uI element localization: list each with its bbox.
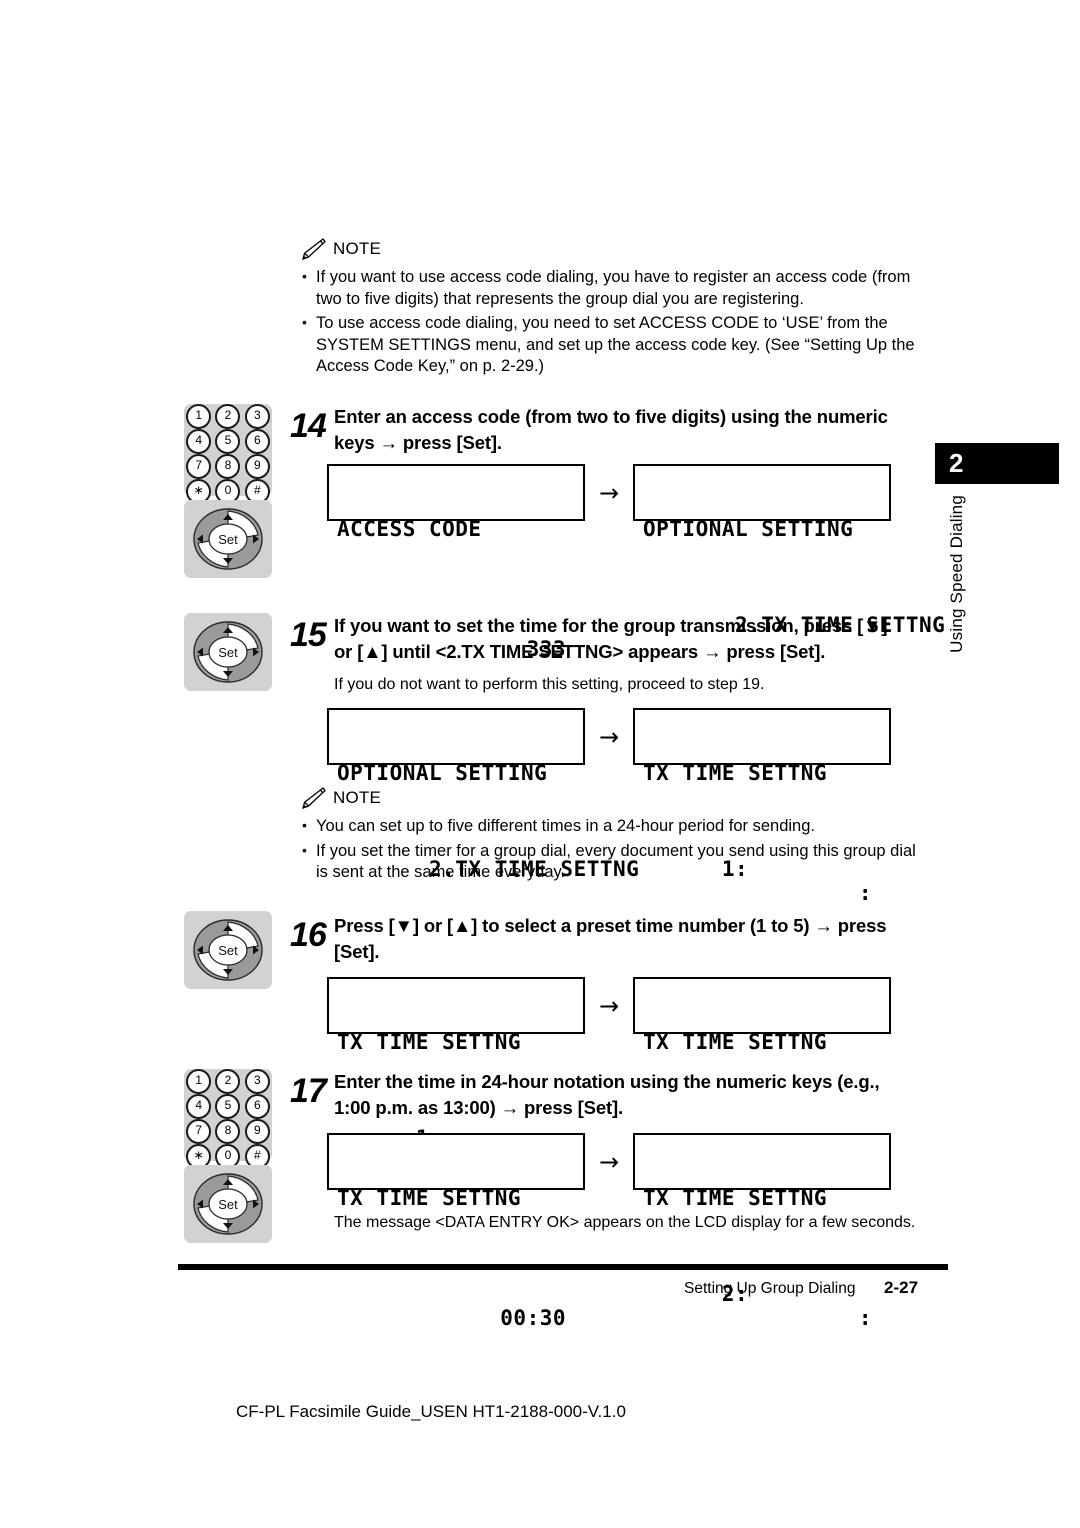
- keypad-key: 2: [215, 1069, 241, 1094]
- transition-arrow-icon: →: [598, 478, 620, 507]
- note-item: To use access code dialing, you need to …: [300, 312, 930, 378]
- svg-text:Set: Set: [218, 645, 238, 660]
- transition-arrow-icon: →: [598, 722, 620, 751]
- set-navpad-icon-step-14: Set: [184, 500, 272, 578]
- lcd-line-1: OPTIONAL SETTING: [643, 517, 854, 541]
- svg-text:Set: Set: [218, 1197, 238, 1212]
- lcd-display-left: ACCESS CODE 333: [327, 464, 585, 661]
- keypad-key: 1: [186, 1069, 212, 1094]
- note-list: You can set up to five different times i…: [300, 815, 930, 884]
- keypad-key: 6: [244, 429, 270, 454]
- lcd-display-right: TX TIME SETTNG 1: :: [633, 708, 891, 905]
- keypad-key: 1: [186, 404, 212, 429]
- footer-page-number: 2-27: [884, 1278, 919, 1297]
- keypad-key: 7: [186, 454, 212, 479]
- note-header: NOTE: [300, 787, 930, 810]
- step-15: 15 If you want to set the time for the g…: [290, 613, 905, 695]
- step-subtext: If you do not want to perform this setti…: [334, 676, 765, 693]
- keypad-key: 3: [244, 1069, 270, 1094]
- note-label: NOTE: [333, 239, 382, 258]
- transition-arrow-icon: →: [598, 991, 620, 1020]
- lcd-display-left: OPTIONAL SETTING 2.TX TIME SETTNG: [327, 708, 639, 881]
- lcd-line-2: 2: :: [643, 1258, 881, 1330]
- keypad-key: 2: [215, 404, 241, 429]
- note-label: NOTE: [333, 788, 382, 807]
- lcd-line-1: ACCESS CODE: [337, 517, 482, 541]
- keypad-key: 5: [215, 1094, 241, 1119]
- chapter-number: 2: [949, 448, 964, 478]
- lcd-line-1: TX TIME SETTNG: [643, 1186, 828, 1210]
- keypad-key: 8: [215, 1119, 241, 1144]
- lcd-line-1: TX TIME SETTNG: [643, 761, 828, 785]
- lcd-line-1: OPTIONAL SETTING: [337, 761, 548, 785]
- lcd-line-2: 333: [337, 589, 575, 661]
- lcd-line-1: TX TIME SETTNG: [643, 1030, 828, 1054]
- keypad-key: 4: [186, 429, 212, 454]
- chapter-tab-title: Using Speed Dialing: [947, 495, 966, 653]
- set-navpad-icon-step-15: Set: [184, 613, 272, 691]
- pencil-icon: [300, 787, 326, 810]
- lcd-line-1: TX TIME SETTNG: [337, 1030, 522, 1054]
- svg-text:Set: Set: [218, 532, 238, 547]
- lcd-line-2-value: 00:30: [500, 1306, 566, 1330]
- lcd-display-left: TX TIME SETTNG 00:30: [327, 1133, 585, 1330]
- numeric-keypad-icon-step-17: 1 2 3 4 5 6 7 8 9 ∗ 0 #: [184, 1069, 272, 1169]
- keypad-key: 9: [244, 454, 270, 479]
- keypad-key: 5: [215, 429, 241, 454]
- step-text: Press [▼] or [▲] to select a preset time…: [334, 915, 887, 962]
- step-text: Enter an access code (from two to five d…: [334, 406, 888, 453]
- lcd-line-1: TX TIME SETTNG: [337, 1186, 522, 1210]
- footer-divider: [178, 1264, 948, 1270]
- lcd-display-right: OPTIONAL SETTING 2.TX TIME SETTNG: [633, 464, 945, 637]
- keypad-key: 9: [244, 1119, 270, 1144]
- keypad-key: 8: [215, 454, 241, 479]
- step-number: 14: [290, 407, 327, 445]
- chapter-tab-box: 2: [935, 443, 1059, 484]
- lcd-display-right: TX TIME SETTNG 2: :: [633, 1133, 891, 1330]
- step-17-footnote: The message <DATA ENTRY OK> appears on t…: [334, 1214, 916, 1231]
- lcd-line-2: 00:30: [337, 1258, 575, 1330]
- note-block-2: NOTE You can set up to five different ti…: [300, 787, 930, 887]
- note-list: If you want to use access code dialing, …: [300, 266, 930, 378]
- step-16: 16 Press [▼] or [▲] to select a preset t…: [290, 913, 915, 965]
- lcd-row-step-14: ACCESS CODE 333 → OPTIONAL SETTING 2.TX …: [327, 464, 945, 661]
- footer-section-title: Setting Up Group Dialing: [684, 1280, 856, 1297]
- lcd-line-2: 2.TX TIME SETTNG: [643, 589, 945, 637]
- step-text: Enter the time in 24-hour notation using…: [334, 1071, 880, 1118]
- step-number: 16: [290, 916, 327, 954]
- step-14: 14 Enter an access code (from two to fiv…: [290, 404, 900, 456]
- numeric-keypad-icon-step-14: 1 2 3 4 5 6 7 8 9 ∗ 0 #: [184, 404, 272, 504]
- note-item: If you set the timer for a group dial, e…: [300, 840, 930, 884]
- set-navpad-icon-step-17: Set: [184, 1165, 272, 1243]
- lcd-display-right: TX TIME SETTNG _ :: [633, 977, 891, 1174]
- keypad-key: 4: [186, 1094, 212, 1119]
- keypad-key: 3: [244, 404, 270, 429]
- note-block-1: NOTE If you want to use access code dial…: [300, 238, 930, 381]
- step-text: If you want to set the time for the grou…: [334, 615, 888, 662]
- lcd-row-step-17: TX TIME SETTNG 00:30 → TX TIME SETTNG 2:…: [327, 1133, 891, 1330]
- note-header: NOTE: [300, 238, 930, 261]
- lcd-row-step-16: TX TIME SETTNG 1: : → TX TIME SETTNG _ :: [327, 977, 891, 1174]
- step-number: 17: [290, 1072, 327, 1110]
- keypad-key: 6: [244, 1094, 270, 1119]
- transition-arrow-icon: →: [598, 1147, 620, 1176]
- keypad-key: 7: [186, 1119, 212, 1144]
- pencil-icon: [300, 238, 326, 261]
- lcd-line-2-value: :: [858, 1306, 872, 1330]
- set-navpad-icon-step-16: Set: [184, 911, 272, 989]
- lcd-row-step-15: OPTIONAL SETTING 2.TX TIME SETTNG → TX T…: [327, 708, 891, 905]
- lcd-display-left: TX TIME SETTNG 1: :: [327, 977, 585, 1174]
- svg-text:Set: Set: [218, 943, 238, 958]
- note-item: If you want to use access code dialing, …: [300, 266, 930, 310]
- document-caption: CF-PL Facsimile Guide_USEN HT1-2188-000-…: [236, 1402, 626, 1421]
- note-item: You can set up to five different times i…: [300, 815, 930, 838]
- step-17: 17 Enter the time in 24-hour notation us…: [290, 1069, 920, 1121]
- step-number: 15: [290, 616, 327, 654]
